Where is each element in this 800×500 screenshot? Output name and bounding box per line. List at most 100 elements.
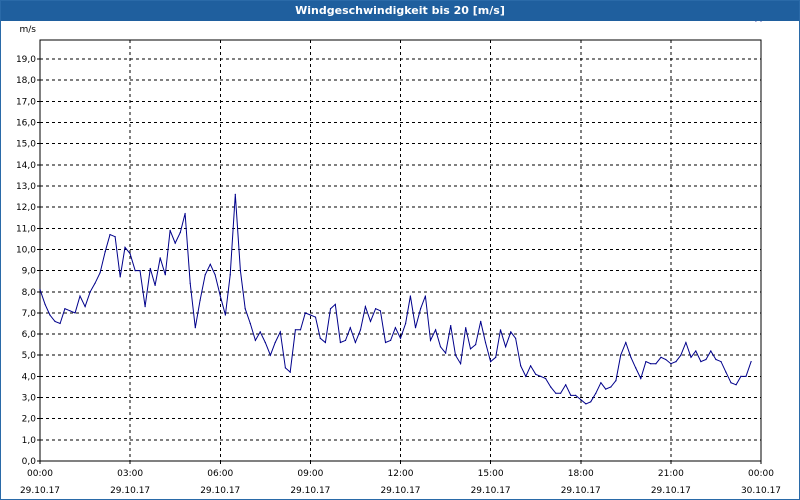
data-point — [540, 375, 542, 377]
data-point — [495, 356, 497, 358]
data-point — [565, 384, 567, 386]
data-point — [555, 392, 557, 394]
data-point — [429, 339, 432, 341]
data-point — [89, 291, 91, 293]
data-point — [580, 399, 582, 401]
x-tick-time: 06:00 — [207, 469, 233, 479]
data-point — [515, 337, 517, 339]
data-point — [159, 257, 161, 259]
data-point — [750, 361, 752, 363]
data-point — [369, 320, 372, 322]
data-point — [720, 361, 722, 363]
data-point — [229, 274, 231, 276]
data-point — [304, 312, 306, 314]
data-point — [715, 358, 717, 361]
wind-speed-chart: 0,0 1,0 2,0 3,0 4,0 5,0 6,0 7,0 8,0 9,0 10,0 11,0 12… — [16, 21, 781, 496]
data-point — [630, 356, 632, 358]
data-point — [54, 320, 56, 322]
data-point — [435, 329, 437, 331]
y-tick-label: 5,0 — [22, 351, 37, 361]
y-tick-label: 15,0 — [16, 140, 36, 150]
data-point — [239, 270, 241, 272]
y-tick-label: 8,0 — [22, 288, 37, 298]
data-point — [520, 365, 522, 367]
data-point — [730, 382, 732, 384]
data-point — [329, 308, 332, 310]
data-point — [525, 375, 527, 377]
data-point — [740, 375, 742, 377]
data-point — [450, 325, 452, 327]
data-point — [745, 375, 747, 377]
data-point — [94, 282, 96, 284]
data-point — [179, 231, 181, 234]
data-point — [469, 348, 472, 350]
data-point — [675, 361, 677, 363]
data-point — [575, 394, 577, 396]
data-point — [64, 308, 66, 310]
data-point — [545, 377, 547, 380]
data-point — [625, 341, 627, 344]
x-tick-date: 29.10.17 — [200, 486, 240, 496]
data-point — [615, 380, 617, 382]
y-tick-label: 2,0 — [22, 415, 37, 425]
data-point — [219, 295, 221, 297]
data-point — [510, 331, 512, 333]
data-point — [640, 377, 642, 380]
data-point — [605, 388, 607, 390]
data-point — [134, 270, 136, 272]
data-point — [209, 263, 211, 265]
data-point — [264, 341, 266, 344]
data-point — [299, 329, 302, 331]
y-tick-label: 0,0 — [22, 457, 37, 467]
data-point — [39, 289, 41, 291]
data-point — [354, 341, 356, 344]
data-point — [665, 358, 667, 361]
data-point — [74, 312, 76, 314]
x-tick-date: 29.10.17 — [651, 486, 691, 496]
data-point — [234, 193, 236, 195]
data-point — [390, 339, 392, 341]
data-point — [289, 371, 291, 373]
data-point — [480, 320, 482, 322]
data-point — [530, 365, 532, 367]
y-tick-label: 12,0 — [16, 203, 36, 213]
y-tick-label: 11,0 — [16, 224, 36, 234]
data-point — [595, 392, 597, 394]
x-tick-time: 18:00 — [568, 469, 594, 479]
x-tick-date: 29.10.17 — [110, 486, 150, 496]
x-tick-time: 15:00 — [478, 469, 504, 479]
data-point — [204, 274, 206, 276]
data-point — [680, 354, 682, 356]
data-point — [274, 341, 276, 344]
data-point — [129, 253, 131, 255]
data-point — [339, 341, 341, 344]
data-point — [600, 382, 602, 384]
data-point — [420, 308, 422, 310]
data-point — [505, 346, 507, 348]
y-tick-label: 10,0 — [16, 245, 36, 255]
data-point — [760, 21, 762, 22]
data-point — [189, 282, 191, 284]
data-point — [645, 361, 647, 363]
data-point — [475, 344, 477, 346]
data-point — [460, 363, 462, 365]
data-point — [269, 354, 271, 356]
data-point — [194, 327, 196, 329]
data-point — [109, 234, 111, 236]
data-point — [169, 229, 171, 231]
data-point — [314, 316, 317, 318]
data-point — [349, 327, 351, 329]
data-point — [364, 306, 366, 308]
data-point — [620, 354, 622, 356]
data-point — [685, 341, 687, 344]
wind-speed-line — [39, 194, 752, 405]
data-point — [294, 329, 296, 331]
data-point — [484, 341, 487, 344]
data-point — [119, 276, 121, 278]
data-point — [560, 392, 562, 394]
data-point — [344, 339, 347, 341]
data-point — [570, 394, 572, 396]
data-point — [199, 299, 201, 301]
data-point — [585, 403, 587, 405]
data-point — [284, 367, 286, 369]
